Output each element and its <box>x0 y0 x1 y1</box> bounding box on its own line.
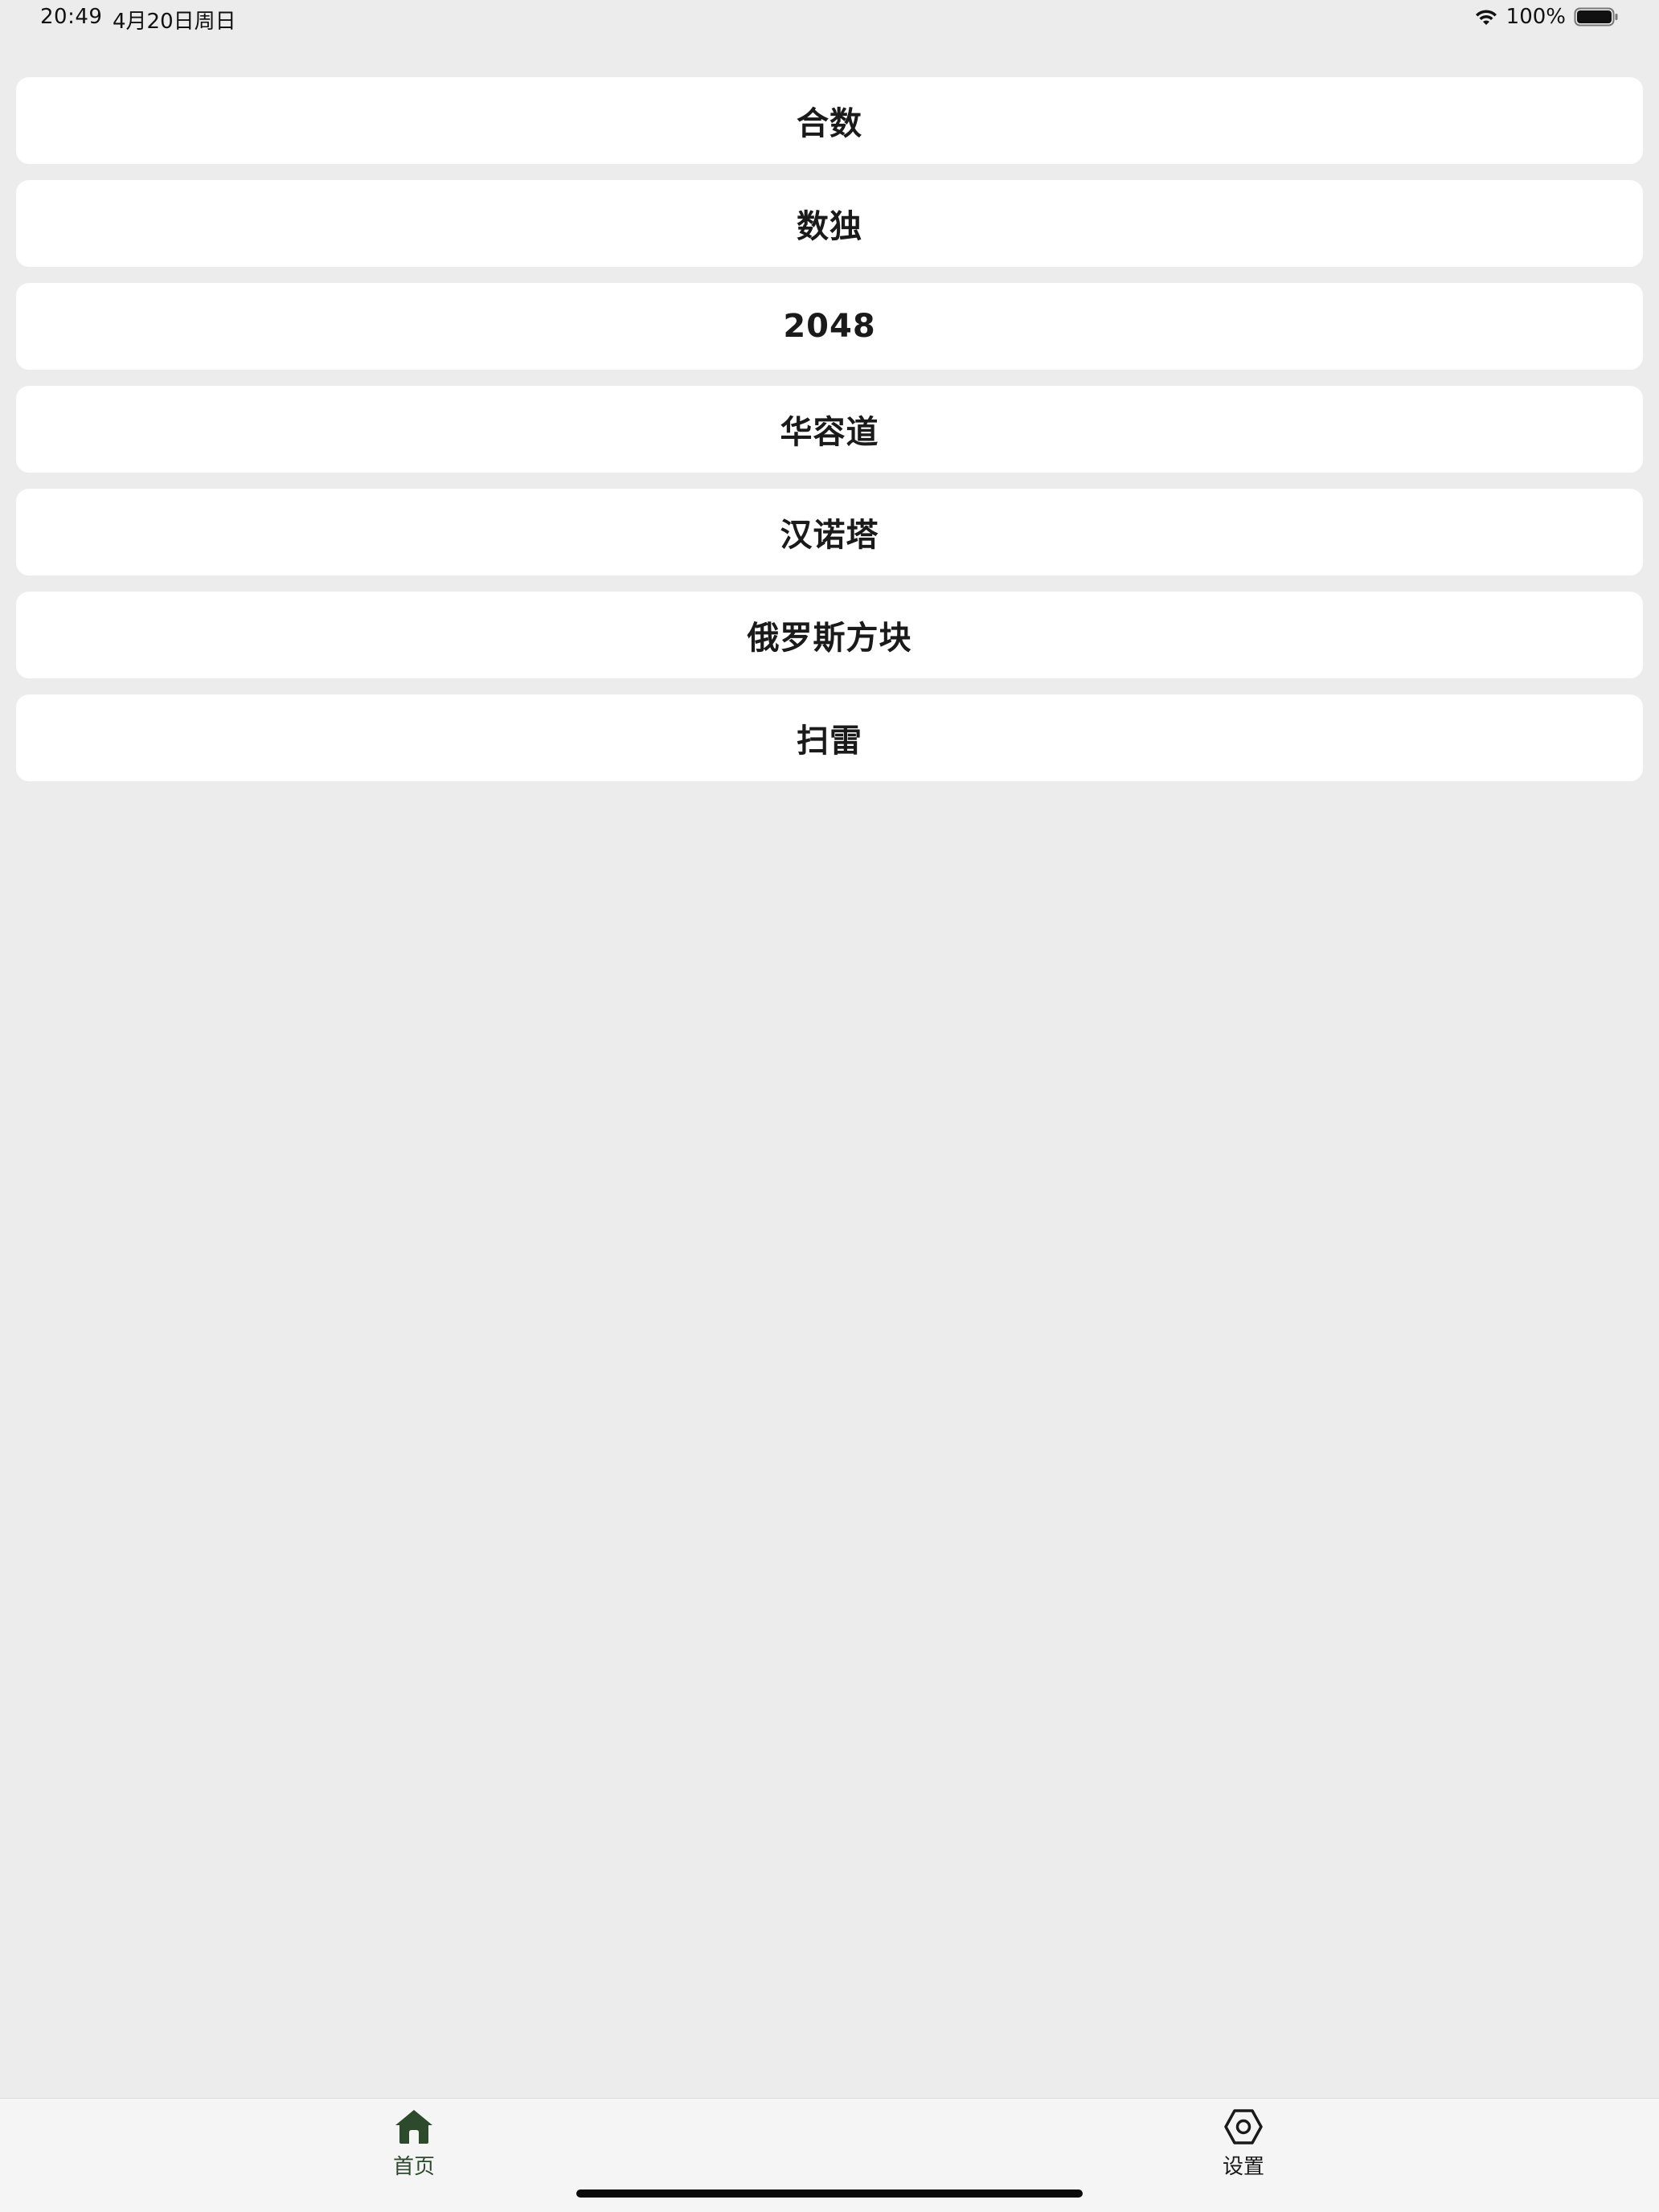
game-item-minesweeper[interactable]: 扫雷 <box>16 694 1643 781</box>
game-item-2048[interactable]: 2048 <box>16 283 1643 370</box>
game-item-label: 数独 <box>797 208 862 245</box>
status-right-group: 100% <box>1474 5 1619 29</box>
game-item-label: 华容道 <box>780 414 879 451</box>
game-item-tetris[interactable]: 俄罗斯方块 <box>16 592 1643 678</box>
status-bar: 20:49 4月20日周日 100% <box>0 0 1659 39</box>
app-screen: 20:49 4月20日周日 100% 合数 数独 2048 华容道 汉诺塔 俄罗… <box>0 0 1659 2212</box>
game-list: 合数 数独 2048 华容道 汉诺塔 俄罗斯方块 扫雷 <box>16 77 1643 797</box>
tab-settings[interactable]: 设置 <box>1163 2108 1324 2189</box>
game-item-label: 俄罗斯方块 <box>747 620 912 657</box>
home-indicator[interactable] <box>576 2189 1083 2198</box>
battery-icon <box>1574 6 1619 27</box>
home-icon <box>394 2108 434 2145</box>
wifi-icon <box>1474 7 1498 27</box>
game-item-huarongdao[interactable]: 华容道 <box>16 386 1643 473</box>
game-item-label: 合数 <box>797 105 862 142</box>
status-date: 4月20日周日 <box>113 10 236 34</box>
tab-home-label: 首页 <box>392 2155 435 2179</box>
status-time: 20:49 <box>40 5 103 29</box>
game-item-label: 汉诺塔 <box>780 517 879 554</box>
tab-home[interactable]: 首页 <box>334 2108 494 2189</box>
game-item-label: 扫雷 <box>797 723 862 760</box>
game-item-hesu[interactable]: 合数 <box>16 77 1643 164</box>
game-item-label: 2048 <box>783 308 876 345</box>
game-item-sudoku[interactable]: 数独 <box>16 180 1643 267</box>
tab-settings-label: 设置 <box>1222 2155 1264 2179</box>
settings-icon <box>1223 2108 1264 2145</box>
battery-percent: 100% <box>1505 5 1566 29</box>
game-item-hanoi[interactable]: 汉诺塔 <box>16 489 1643 576</box>
